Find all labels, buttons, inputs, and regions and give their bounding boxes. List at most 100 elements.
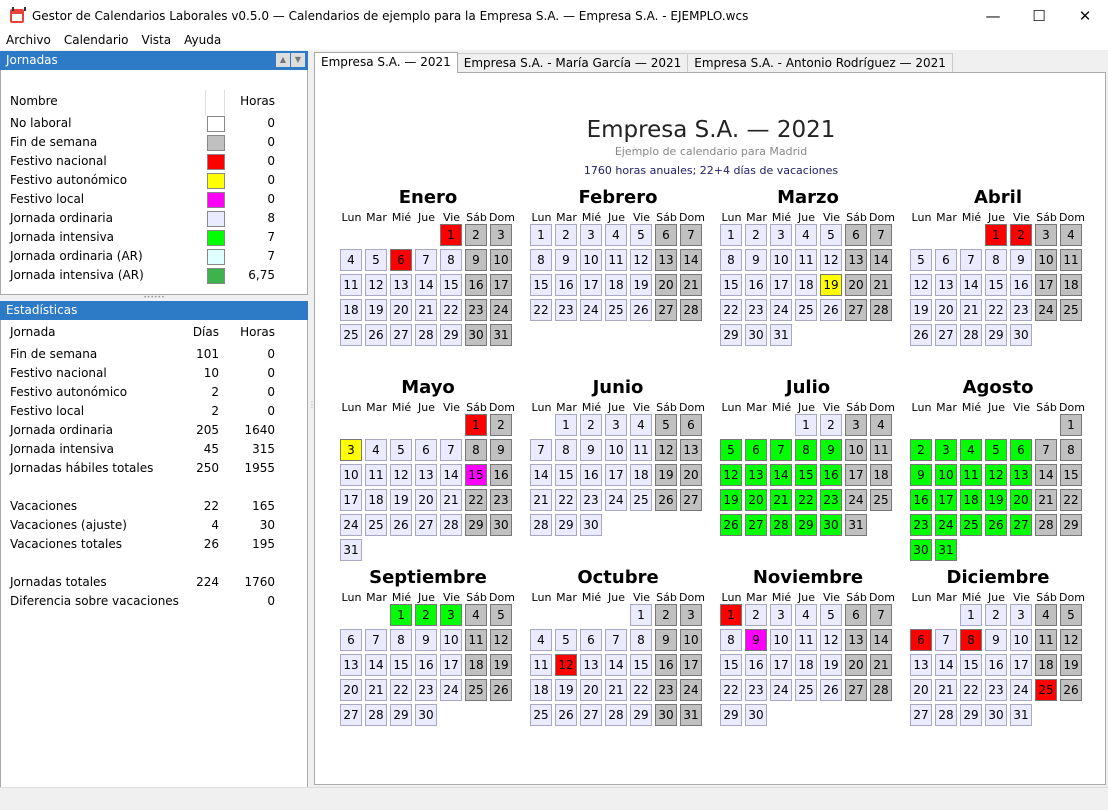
day-cell[interactable]: 14: [770, 464, 792, 486]
day-cell[interactable]: 22: [1060, 489, 1082, 511]
day-cell[interactable]: 17: [680, 654, 702, 676]
day-cell[interactable]: 7: [870, 604, 892, 626]
day-cell[interactable]: 9: [985, 629, 1007, 651]
day-cell[interactable]: 11: [630, 439, 652, 461]
day-cell[interactable]: 5: [390, 439, 412, 461]
day-cell[interactable]: 22: [720, 679, 742, 701]
day-cell[interactable]: 21: [870, 274, 892, 296]
day-cell[interactable]: 30: [415, 704, 437, 726]
day-cell[interactable]: 7: [1035, 439, 1057, 461]
day-cell[interactable]: 31: [340, 539, 362, 561]
day-cell[interactable]: 27: [655, 299, 677, 321]
day-cell[interactable]: 30: [490, 514, 512, 536]
day-cell[interactable]: 11: [795, 629, 817, 651]
day-cell[interactable]: 6: [910, 629, 932, 651]
day-cell[interactable]: 30: [745, 704, 767, 726]
day-cell[interactable]: 16: [580, 464, 602, 486]
day-cell[interactable]: 15: [960, 654, 982, 676]
day-cell[interactable]: 19: [365, 299, 387, 321]
day-cell[interactable]: 26: [555, 704, 577, 726]
day-cell[interactable]: 10: [770, 629, 792, 651]
day-cell[interactable]: 29: [630, 704, 652, 726]
jornada-color-swatch[interactable]: [207, 135, 225, 151]
day-cell[interactable]: 6: [580, 629, 602, 651]
day-cell[interactable]: 1: [390, 604, 412, 626]
day-cell[interactable]: 10: [340, 464, 362, 486]
day-cell[interactable]: 3: [770, 604, 792, 626]
vertical-splitter[interactable]: ⋮: [308, 400, 316, 420]
day-cell[interactable]: 8: [530, 249, 552, 271]
day-cell[interactable]: 27: [415, 514, 437, 536]
day-cell[interactable]: 21: [680, 274, 702, 296]
day-cell[interactable]: 12: [390, 464, 412, 486]
day-cell[interactable]: 20: [935, 299, 957, 321]
day-cell[interactable]: 11: [530, 654, 552, 676]
day-cell[interactable]: 7: [530, 439, 552, 461]
day-cell[interactable]: 22: [465, 489, 487, 511]
day-cell[interactable]: 29: [985, 324, 1007, 346]
day-cell[interactable]: 9: [745, 629, 767, 651]
day-cell[interactable]: 6: [415, 439, 437, 461]
day-cell[interactable]: 4: [605, 224, 627, 246]
day-cell[interactable]: 3: [1010, 604, 1032, 626]
day-cell[interactable]: 9: [820, 439, 842, 461]
day-cell[interactable]: 13: [390, 274, 412, 296]
day-cell[interactable]: 22: [985, 299, 1007, 321]
day-cell[interactable]: 26: [985, 514, 1007, 536]
day-cell[interactable]: 30: [745, 324, 767, 346]
jornada-color-swatch[interactable]: [207, 116, 225, 132]
day-cell[interactable]: 29: [440, 324, 462, 346]
day-cell[interactable]: 17: [340, 489, 362, 511]
day-cell[interactable]: 4: [795, 224, 817, 246]
day-cell[interactable]: 18: [795, 274, 817, 296]
day-cell[interactable]: 7: [365, 629, 387, 651]
day-cell[interactable]: 24: [440, 679, 462, 701]
day-cell[interactable]: 4: [870, 414, 892, 436]
day-cell[interactable]: 27: [910, 704, 932, 726]
day-cell[interactable]: 28: [530, 514, 552, 536]
day-cell[interactable]: 27: [680, 489, 702, 511]
day-cell[interactable]: 28: [935, 704, 957, 726]
day-cell[interactable]: 13: [935, 274, 957, 296]
day-cell[interactable]: 17: [770, 654, 792, 676]
day-cell[interactable]: 10: [490, 249, 512, 271]
day-cell[interactable]: 11: [1060, 249, 1082, 271]
day-cell[interactable]: 8: [720, 249, 742, 271]
day-cell[interactable]: 5: [720, 439, 742, 461]
day-cell[interactable]: 2: [1010, 224, 1032, 246]
day-cell[interactable]: 6: [745, 439, 767, 461]
minimize-button[interactable]: —: [970, 0, 1016, 31]
day-cell[interactable]: 15: [440, 274, 462, 296]
day-cell[interactable]: 24: [1035, 299, 1057, 321]
day-cell[interactable]: 6: [680, 414, 702, 436]
day-cell[interactable]: 8: [630, 629, 652, 651]
day-cell[interactable]: 14: [530, 464, 552, 486]
day-cell[interactable]: 23: [415, 679, 437, 701]
close-button[interactable]: ✕: [1062, 0, 1108, 31]
day-cell[interactable]: 15: [465, 464, 487, 486]
day-cell[interactable]: 7: [440, 439, 462, 461]
day-cell[interactable]: 25: [365, 514, 387, 536]
day-cell[interactable]: 18: [340, 299, 362, 321]
day-cell[interactable]: 2: [820, 414, 842, 436]
day-cell[interactable]: 1: [465, 414, 487, 436]
day-cell[interactable]: 2: [745, 224, 767, 246]
day-cell[interactable]: 30: [1010, 324, 1032, 346]
day-cell[interactable]: 22: [960, 679, 982, 701]
day-cell[interactable]: 3: [605, 414, 627, 436]
day-cell[interactable]: 20: [680, 464, 702, 486]
day-cell[interactable]: 10: [770, 249, 792, 271]
day-cell[interactable]: 8: [795, 439, 817, 461]
day-cell[interactable]: 2: [910, 439, 932, 461]
day-cell[interactable]: 3: [1035, 224, 1057, 246]
day-cell[interactable]: 12: [365, 274, 387, 296]
day-cell[interactable]: 2: [490, 414, 512, 436]
day-cell[interactable]: 14: [440, 464, 462, 486]
day-cell[interactable]: 16: [490, 464, 512, 486]
day-cell[interactable]: 21: [1035, 489, 1057, 511]
menu-vista[interactable]: Vista: [136, 31, 179, 50]
day-cell[interactable]: 11: [605, 249, 627, 271]
day-cell[interactable]: 23: [985, 679, 1007, 701]
day-cell[interactable]: 18: [605, 274, 627, 296]
day-cell[interactable]: 5: [365, 249, 387, 271]
